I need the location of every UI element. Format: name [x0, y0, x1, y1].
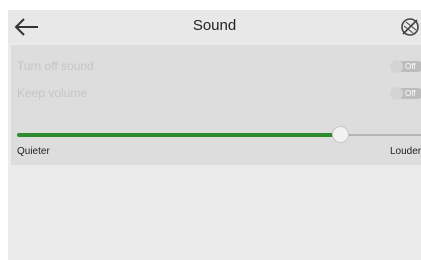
page-title: Sound	[192, 17, 237, 34]
toggle-state-text: Off	[405, 89, 416, 98]
toggle-state-text: Off	[405, 62, 416, 71]
turn-off-sound-label: Turn off sound	[17, 59, 94, 73]
keep-volume-toggle[interactable]: Off	[390, 87, 421, 100]
volume-slider[interactable]	[17, 126, 421, 143]
louder-label: Louder	[390, 146, 421, 157]
toggle-knob	[390, 87, 403, 100]
no-sound-icon[interactable]	[399, 16, 421, 38]
volume-slider-fill	[17, 133, 341, 137]
volume-slider-thumb[interactable]	[332, 126, 350, 143]
sound-settings-screen: Sound Turn off sound Off Keep volume Off…	[8, 10, 421, 260]
settings-panel: Turn off sound Off Keep volume Off Quiet…	[11, 45, 421, 165]
turn-off-sound-toggle[interactable]: Off	[390, 60, 421, 73]
keep-volume-label: Keep volume	[17, 86, 88, 100]
header-bar: Sound	[8, 10, 421, 43]
quieter-label: Quieter	[17, 146, 50, 157]
toggle-knob	[390, 60, 403, 73]
